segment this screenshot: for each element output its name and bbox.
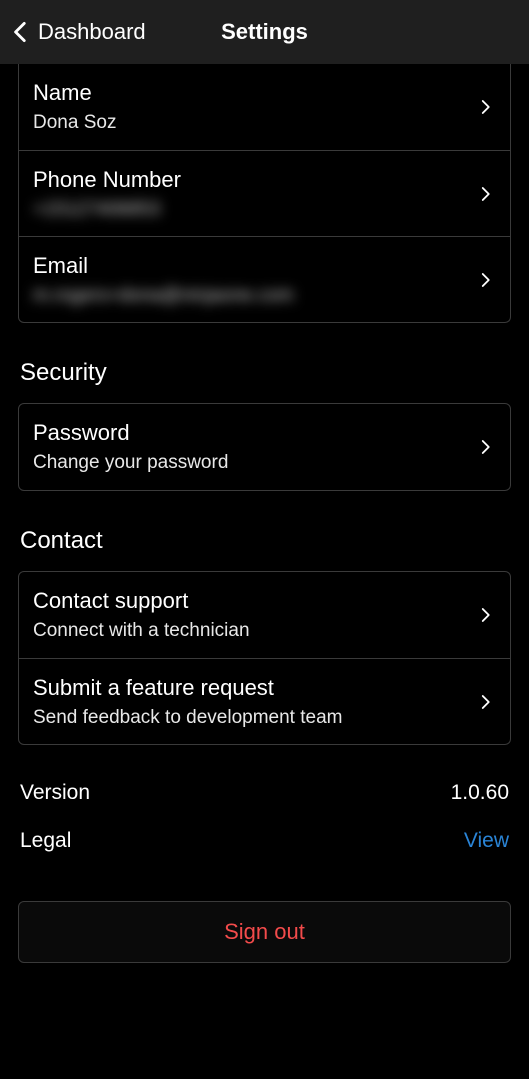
chevron-right-icon: [474, 604, 496, 626]
section-heading-contact: Contact: [20, 527, 509, 555]
back-label: Dashboard: [38, 19, 146, 45]
row-name[interactable]: Name Dona Soz: [19, 64, 510, 150]
row-value: Dona Soz: [33, 112, 116, 134]
row-email[interactable]: Email m.rogers+dona@ninjaone.com: [19, 236, 510, 322]
legal-row: Legal View: [18, 823, 511, 859]
row-title: Password: [33, 420, 228, 446]
navbar: Dashboard Settings: [0, 0, 529, 64]
row-contact-support[interactable]: Contact support Connect with a technicia…: [19, 572, 510, 658]
page-content: Name Dona Soz Phone Number +15127406853 …: [0, 64, 529, 963]
chevron-left-icon: [6, 17, 36, 47]
chevron-right-icon: [474, 183, 496, 205]
row-title: Phone Number: [33, 167, 181, 193]
row-sub: Send feedback to development team: [33, 707, 342, 729]
version-label: Version: [20, 781, 90, 805]
row-password[interactable]: Password Change your password: [19, 404, 510, 490]
sign-out-button[interactable]: Sign out: [18, 901, 511, 963]
row-title: Submit a feature request: [33, 675, 342, 701]
chevron-right-icon: [474, 269, 496, 291]
contact-card: Contact support Connect with a technicia…: [18, 571, 511, 745]
back-button[interactable]: Dashboard: [0, 17, 146, 47]
version-row: Version 1.0.60: [18, 775, 511, 811]
row-title: Contact support: [33, 588, 250, 614]
row-feature-request[interactable]: Submit a feature request Send feedback t…: [19, 658, 510, 744]
row-sub: Change your password: [33, 452, 228, 474]
section-heading-security: Security: [20, 359, 509, 387]
version-value: 1.0.60: [451, 781, 509, 805]
chevron-right-icon: [474, 691, 496, 713]
chevron-right-icon: [474, 96, 496, 118]
legal-view-link[interactable]: View: [464, 829, 509, 853]
info-block: Version 1.0.60 Legal View: [18, 775, 511, 859]
security-card: Password Change your password: [18, 403, 511, 491]
account-card: Name Dona Soz Phone Number +15127406853 …: [18, 64, 511, 323]
row-value: m.rogers+dona@ninjaone.com: [33, 285, 294, 307]
row-title: Name: [33, 80, 116, 106]
row-title: Email: [33, 253, 294, 279]
chevron-right-icon: [474, 436, 496, 458]
sign-out-label: Sign out: [224, 919, 305, 945]
row-sub: Connect with a technician: [33, 620, 250, 642]
row-value: +15127406853: [33, 199, 181, 221]
row-phone[interactable]: Phone Number +15127406853: [19, 150, 510, 236]
legal-label: Legal: [20, 829, 71, 853]
